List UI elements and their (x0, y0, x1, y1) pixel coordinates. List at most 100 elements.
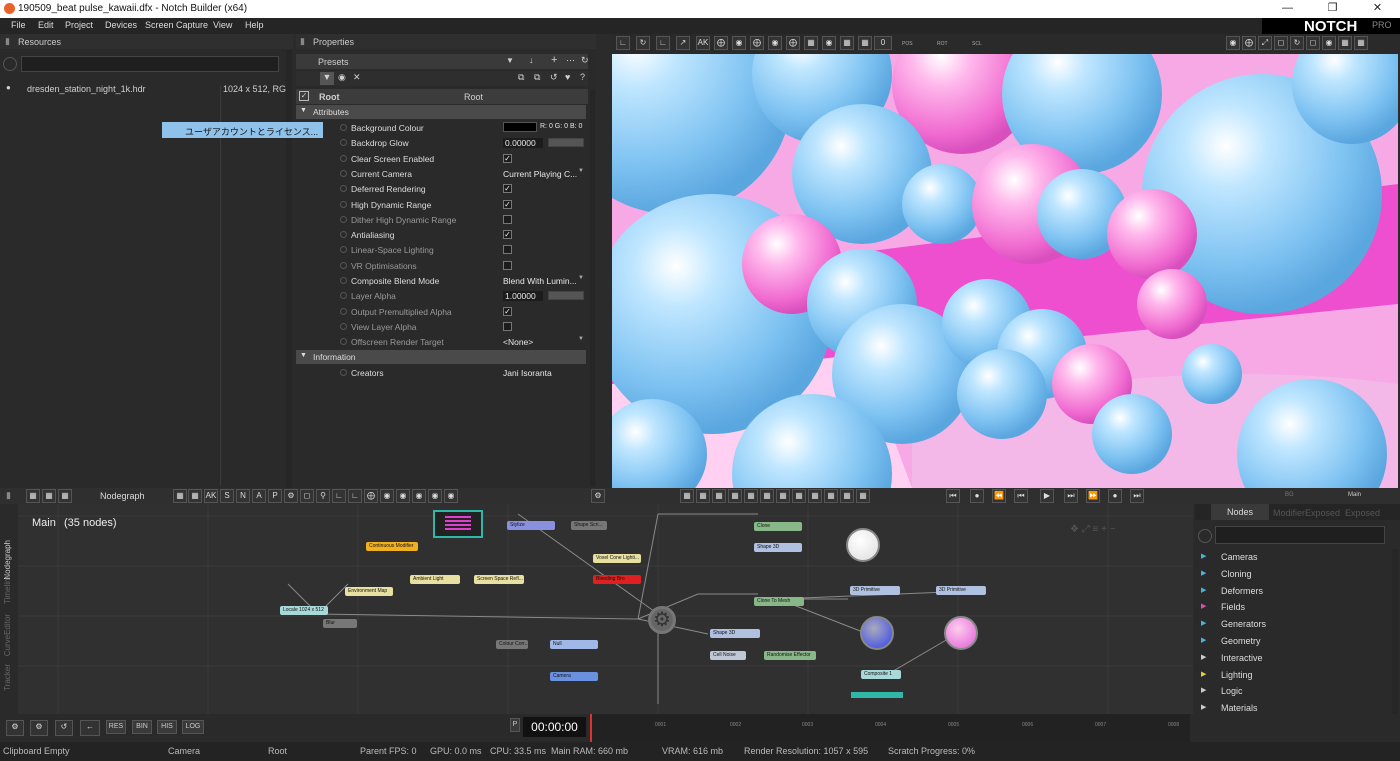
attribute-row[interactable]: Composite Blend Mode Blend With Lumin... ▼ (296, 273, 586, 288)
wire-icon[interactable]: ∟ (332, 489, 346, 503)
paste-icon[interactable]: ⧉ (534, 72, 540, 83)
record-icon[interactable]: ● (970, 489, 984, 503)
attribute-checkbox[interactable]: ✓ (503, 153, 512, 163)
frame-count[interactable]: 0 (874, 36, 892, 50)
attribute-checkbox[interactable] (503, 214, 512, 224)
view-mode-icon[interactable]: ▦ (728, 489, 742, 503)
view-mode-icon[interactable]: ▦ (744, 489, 758, 503)
a-button[interactable]: A (252, 489, 266, 503)
resources-scrollbar[interactable] (286, 50, 292, 488)
keyframe-icon[interactable] (340, 338, 347, 346)
download-icon[interactable]: ↓ (529, 55, 534, 65)
menu-view[interactable]: View (213, 20, 232, 30)
layout-icon[interactable]: ▦ (58, 489, 72, 503)
category-item[interactable]: ▶ Lighting (1201, 670, 1253, 680)
attribute-value[interactable]: 1.00000 (503, 291, 543, 302)
search-icon[interactable]: ⚲ (316, 489, 330, 503)
node-icon[interactable]: ◉ (412, 489, 426, 503)
attribute-row[interactable]: VR Optimisations (296, 258, 586, 273)
node-ambient-light[interactable]: Ambient Light (410, 575, 460, 584)
picture-icon[interactable]: ▦ (1338, 36, 1352, 50)
heart-icon[interactable]: ♥ (565, 72, 570, 82)
attribute-row[interactable]: Linear-Space Lighting (296, 242, 586, 257)
category-item[interactable]: ▶ Interactive (1201, 653, 1263, 663)
keyframe-icon[interactable] (340, 124, 347, 131)
ak-button[interactable]: AK (204, 489, 218, 503)
material-preview-blue[interactable] (860, 616, 894, 650)
node-icon[interactable]: ◉ (380, 489, 394, 503)
undo-icon[interactable]: ↺ (55, 720, 73, 736)
keyframe-icon[interactable] (340, 169, 347, 177)
node-shape-3d[interactable]: Shape 3D (754, 543, 802, 552)
timecode-display[interactable]: 00:00:00 (523, 717, 586, 737)
group-icon[interactable]: ◻ (300, 489, 314, 503)
node-icon[interactable]: ◉ (428, 489, 442, 503)
category-item[interactable]: ▶ Cameras (1201, 552, 1258, 562)
node-composite[interactable]: Composite 1 (861, 670, 901, 679)
minimize-button[interactable]: — (1265, 0, 1310, 18)
grid-icon[interactable]: ▦ (188, 489, 202, 503)
keyframe-icon[interactable] (340, 154, 347, 162)
world-icon[interactable]: ◉ (768, 36, 782, 50)
attribute-value[interactable]: <None> (503, 337, 533, 347)
bin-button[interactable]: BIN (132, 720, 152, 734)
preview-node[interactable] (433, 510, 483, 538)
gear-icon[interactable]: ⚙ (591, 489, 605, 503)
node-voxel-cone[interactable]: Voxel Cone Lighti... (593, 554, 641, 563)
attribute-value[interactable]: R: 0 G: 0 B: 0 (540, 123, 582, 130)
help-icon[interactable]: ? (580, 72, 585, 82)
keyframe-icon[interactable] (340, 200, 347, 208)
presets-dropdown-icon[interactable]: ▼ (506, 56, 514, 65)
resources-search-input[interactable] (21, 56, 279, 72)
tab-exposed-2[interactable]: Exposed (1345, 508, 1380, 518)
tab-modifier[interactable]: Modifier (1273, 508, 1305, 518)
keyframe-icon[interactable] (340, 185, 347, 193)
nodegraph-canvas[interactable]: Main (35 nodes) Continuous Modifier Envi… (18, 504, 1193, 714)
step-back-icon[interactable]: ⏮ (1014, 489, 1028, 503)
fast-forward-icon[interactable]: ⏩ (1086, 489, 1100, 503)
material-preview-white[interactable] (846, 528, 880, 562)
attribute-row[interactable]: Antialiasing ✓ (296, 227, 586, 242)
attribute-checkbox[interactable] (503, 321, 512, 331)
keyframe-icon[interactable] (340, 215, 347, 223)
attribute-row[interactable]: Clear Screen Enabled ✓ (296, 151, 586, 166)
playhead[interactable] (590, 714, 592, 742)
zoom-icon[interactable]: ◉ (1322, 36, 1336, 50)
node-ssr[interactable]: Screen Space Refl... (474, 575, 524, 584)
reset-icon[interactable]: ↻ (1290, 36, 1304, 50)
nodes-scrollbar[interactable] (1392, 549, 1398, 739)
information-section-header[interactable]: ▼ Information (296, 350, 586, 364)
properties-scrollbar[interactable] (590, 90, 595, 486)
clear-filter-icon[interactable]: ✕ (353, 72, 361, 83)
pan-icon[interactable]: ⨁ (714, 36, 728, 50)
settings-icon[interactable]: ⚙ (6, 720, 24, 736)
wire-icon[interactable]: ∟ (348, 489, 362, 503)
attribute-row[interactable]: View Layer Alpha (296, 319, 586, 334)
keyframe-icon[interactable] (340, 139, 347, 147)
category-item[interactable]: ▶ Fields (1201, 602, 1245, 612)
render-viewport[interactable] (612, 54, 1398, 488)
attribute-row[interactable]: High Dynamic Range ✓ (296, 197, 586, 212)
category-item[interactable]: ▶ Cloning (1201, 569, 1252, 579)
node-icon[interactable]: ◉ (396, 489, 410, 503)
dropdown-icon[interactable]: ▼ (578, 336, 584, 342)
presets-label[interactable]: Presets (318, 57, 349, 67)
node-shape-script[interactable]: Shape Scri... (571, 521, 607, 530)
node-cell-noise[interactable]: Cell Noise (710, 651, 746, 660)
category-item[interactable]: ▶ Geometry (1201, 636, 1261, 646)
timeline-ruler[interactable]: 0001 0002 0003 0004 0005 0006 0007 0008 (590, 714, 1190, 742)
dropdown-icon[interactable]: ▼ (578, 168, 584, 174)
output-icon[interactable]: ▦ (1354, 36, 1368, 50)
graph-view-controls[interactable]: ❖ ⤢ ≡ + − (1070, 524, 1140, 538)
maximize-button[interactable]: ❐ (1310, 0, 1355, 18)
value-slider[interactable] (548, 291, 584, 301)
layout-icon[interactable]: ▦ (26, 489, 40, 503)
view-icon[interactable]: ◉ (1226, 36, 1240, 50)
scale-icon[interactable]: ∟ (656, 36, 670, 50)
ak-icon[interactable]: AK (696, 36, 710, 50)
attribute-value[interactable]: Blend With Lumin... (503, 276, 577, 286)
node-locale[interactable]: Locale 1024 x 512 (280, 606, 328, 615)
category-item[interactable]: ▶ Generators (1201, 619, 1266, 629)
p-button[interactable]: P (268, 489, 282, 503)
view-mode-icon[interactable]: ▦ (840, 489, 854, 503)
